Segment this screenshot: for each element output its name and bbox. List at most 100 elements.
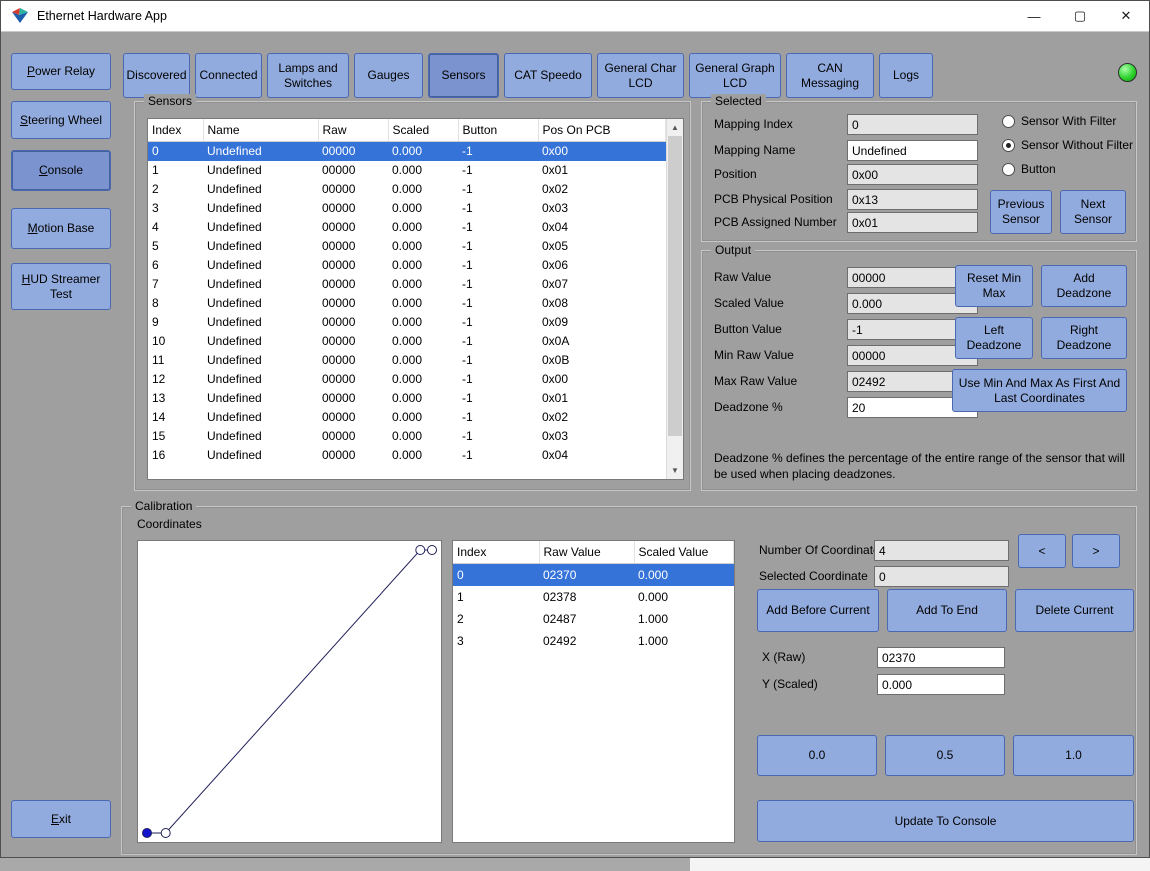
table-cell[interactable]: -1 (458, 275, 538, 294)
tab-lamps-and-switches[interactable]: Lamps and Switches (267, 53, 349, 98)
table-cell[interactable]: 0.000 (388, 294, 458, 313)
table-cell[interactable]: Undefined (203, 351, 318, 370)
table-cell[interactable]: 8 (148, 294, 203, 313)
table-cell[interactable]: 0.000 (388, 275, 458, 294)
table-cell[interactable]: 0.000 (388, 351, 458, 370)
column-header[interactable]: Pos On PCB (538, 119, 666, 142)
table-cell[interactable]: Undefined (203, 275, 318, 294)
table-row[interactable]: 3 02492 1.000 (453, 630, 734, 652)
table-cell[interactable]: 00000 (318, 332, 388, 351)
table-cell[interactable]: Undefined (203, 141, 318, 161)
table-cell[interactable]: 0x02 (538, 408, 666, 427)
delete-current-button[interactable]: Delete Current (1015, 589, 1134, 632)
table-cell[interactable]: 0x03 (538, 427, 666, 446)
calibration-point[interactable] (160, 828, 171, 838)
table-cell[interactable]: 00000 (318, 427, 388, 446)
table-row[interactable]: 8 Undefined 00000 0.000 -1 0x08 (148, 294, 666, 313)
table-cell[interactable]: 00000 (318, 408, 388, 427)
table-row[interactable]: 12 Undefined 00000 0.000 -1 0x00 (148, 370, 666, 389)
table-row[interactable]: 6 Undefined 00000 0.000 -1 0x06 (148, 256, 666, 275)
table-cell[interactable]: -1 (458, 313, 538, 332)
tab-cat-speedo[interactable]: CAT Speedo (504, 53, 592, 98)
table-cell[interactable]: 1.000 (634, 630, 734, 652)
column-header[interactable]: Raw Value (539, 541, 635, 564)
table-row[interactable]: 15 Undefined 00000 0.000 -1 0x03 (148, 427, 666, 446)
table-cell[interactable]: 3 (148, 199, 203, 218)
table-cell[interactable]: Undefined (203, 294, 318, 313)
tab-logs[interactable]: Logs (879, 53, 933, 98)
table-cell[interactable]: 00000 (318, 446, 388, 465)
radio-button-mode[interactable]: Button (1002, 162, 1056, 176)
calibration-graph[interactable] (137, 540, 442, 843)
table-cell[interactable]: Undefined (203, 161, 318, 180)
table-cell[interactable]: -1 (458, 332, 538, 351)
table-cell[interactable]: 0 (148, 141, 203, 161)
table-cell[interactable]: 15 (148, 427, 203, 446)
table-cell[interactable]: 0x07 (538, 275, 666, 294)
table-cell[interactable]: Undefined (203, 218, 318, 237)
table-cell[interactable]: 0.000 (388, 427, 458, 446)
table-cell[interactable]: -1 (458, 294, 538, 313)
motion-base-button[interactable]: Motion Base (11, 208, 111, 249)
table-cell[interactable]: 00000 (318, 218, 388, 237)
table-cell[interactable]: 00000 (318, 180, 388, 199)
table-cell[interactable]: 02487 (539, 608, 634, 630)
next-coordinate-button[interactable]: > (1072, 534, 1120, 568)
next-sensor-button[interactable]: Next Sensor (1060, 190, 1126, 234)
table-cell[interactable]: -1 (458, 161, 538, 180)
column-header[interactable]: Button (458, 119, 539, 142)
table-row[interactable]: 3 Undefined 00000 0.000 -1 0x03 (148, 199, 666, 218)
table-cell[interactable]: -1 (458, 256, 538, 275)
table-cell[interactable]: 4 (148, 218, 203, 237)
tab-sensors[interactable]: Sensors (428, 53, 499, 98)
table-cell[interactable]: 9 (148, 313, 203, 332)
table-cell[interactable]: 00000 (318, 141, 388, 161)
add-to-end-button[interactable]: Add To End (887, 589, 1007, 632)
table-cell[interactable]: 0x04 (538, 446, 666, 465)
table-cell[interactable]: Undefined (203, 427, 318, 446)
table-cell[interactable]: 3 (453, 630, 539, 652)
table-cell[interactable]: 0.000 (388, 237, 458, 256)
table-cell[interactable]: 0.000 (388, 446, 458, 465)
table-row[interactable]: 16 Undefined 00000 0.000 -1 0x04 (148, 446, 666, 465)
column-header[interactable]: Index (148, 119, 204, 142)
table-cell[interactable]: 0x02 (538, 180, 666, 199)
table-cell[interactable]: Undefined (203, 256, 318, 275)
table-row[interactable]: 2 02487 1.000 (453, 608, 734, 630)
table-row[interactable]: 14 Undefined 00000 0.000 -1 0x02 (148, 408, 666, 427)
mapping-name-field[interactable] (847, 140, 978, 161)
table-cell[interactable]: -1 (458, 427, 538, 446)
table-cell[interactable]: 0x0A (538, 332, 666, 351)
table-cell[interactable]: 00000 (318, 313, 388, 332)
table-cell[interactable]: 0.000 (388, 180, 458, 199)
column-header[interactable]: Index (453, 541, 540, 564)
table-row[interactable]: 2 Undefined 00000 0.000 -1 0x02 (148, 180, 666, 199)
table-cell[interactable]: 00000 (318, 161, 388, 180)
console-button[interactable]: Console (11, 150, 111, 191)
table-cell[interactable]: 0x00 (538, 370, 666, 389)
tab-gauges[interactable]: Gauges (354, 53, 423, 98)
table-cell[interactable]: Undefined (203, 408, 318, 427)
table-cell[interactable]: 2 (148, 180, 203, 199)
table-cell[interactable]: 0x01 (538, 161, 666, 180)
y-scaled-field[interactable] (877, 674, 1005, 695)
coordinates-table[interactable]: Index Raw Value Scaled Value 0 02370 0.000 1 0… (453, 541, 734, 652)
table-cell[interactable]: 0.000 (388, 161, 458, 180)
table-cell[interactable]: 13 (148, 389, 203, 408)
table-cell[interactable]: 10 (148, 332, 203, 351)
table-cell[interactable]: 0.000 (388, 389, 458, 408)
add-deadzone-button[interactable]: Add Deadzone (1041, 265, 1127, 307)
power-relay-button[interactable]: Power Relay (11, 53, 111, 90)
x-raw-field[interactable] (877, 647, 1005, 668)
table-cell[interactable]: 0x06 (538, 256, 666, 275)
previous-sensor-button[interactable]: Previous Sensor (990, 190, 1052, 234)
table-row[interactable]: 1 Undefined 00000 0.000 -1 0x01 (148, 161, 666, 180)
table-cell[interactable]: 0x00 (538, 141, 666, 161)
scroll-down-icon[interactable]: ▼ (667, 462, 683, 479)
table-cell[interactable]: 00000 (318, 237, 388, 256)
radio-sensor-without-filter[interactable]: Sensor Without Filter (1002, 138, 1133, 152)
table-row[interactable]: 9 Undefined 00000 0.000 -1 0x09 (148, 313, 666, 332)
table-cell[interactable]: -1 (458, 351, 538, 370)
table-cell[interactable]: 00000 (318, 351, 388, 370)
table-cell[interactable]: -1 (458, 141, 538, 161)
